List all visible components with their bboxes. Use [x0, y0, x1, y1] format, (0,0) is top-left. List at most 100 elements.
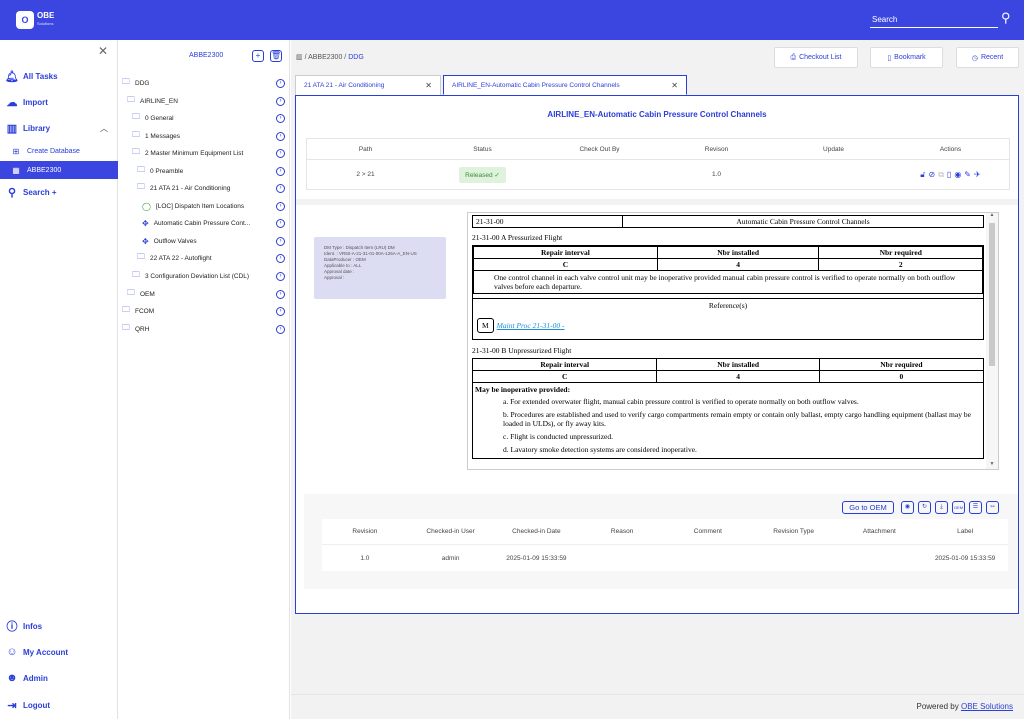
document-viewer[interactable]: 21-31-00 Automatic Cabin Pressure Contro… — [467, 212, 999, 470]
go-icon[interactable]: › — [276, 324, 285, 334]
tree-node[interactable]: 🗀 0 Preamble › — [119, 164, 290, 178]
go-icon[interactable]: › — [276, 113, 285, 123]
table-row[interactable]: 1.0 admin 2025-01-09 15:33:59 2025-01-09… — [322, 545, 1008, 571]
list-item: a. For extended overwater flight, manual… — [503, 397, 859, 406]
go-icon[interactable]: › — [276, 218, 285, 228]
tree-node[interactable]: 🗀 QRH › — [119, 322, 290, 336]
recent-button[interactable]: ◷ Recent — [956, 47, 1019, 68]
scroll-up-icon[interactable]: ▲ — [986, 213, 998, 218]
maint-proc-link[interactable]: Maint Proc 21-31-00 - — [497, 321, 565, 330]
sidebar-item-admin[interactable]: ☻ Admin — [0, 668, 118, 688]
move-icon: ✥ — [142, 236, 149, 246]
tree-node[interactable]: ✥ Outflow Valves › — [119, 234, 290, 248]
tab-cabin-pressure[interactable]: AIRLINE_EN-Automatic Cabin Pressure Cont… — [443, 75, 687, 95]
refresh-icon[interactable]: ↻ — [918, 501, 931, 514]
go-icon[interactable]: › — [276, 271, 285, 281]
tree-node[interactable]: 🗀 DDG › — [119, 76, 290, 90]
sidebar-item-create-database[interactable]: ⊞ Create Database — [0, 143, 118, 159]
tree-node[interactable]: 🗀 2 Master Minimum Equipment List › — [119, 146, 290, 160]
go-icon[interactable]: › — [276, 166, 285, 176]
logo-icon[interactable]: O — [16, 11, 34, 29]
tree-node[interactable]: 🗀 21 ATA 21 - Air Conditioning › — [119, 181, 290, 195]
go-icon[interactable]: › — [276, 253, 285, 263]
tree-node[interactable]: 🗀 3 Configuration Deviation List (CDL) › — [119, 269, 290, 283]
tree-node[interactable]: 🗀 1 Messages › — [119, 129, 290, 143]
search-input[interactable]: Search — [870, 13, 998, 28]
sidebar-item-logout[interactable]: ⇥ Logout — [0, 695, 118, 715]
tree-node[interactable]: 🗀 OEM › — [119, 287, 290, 301]
breadcrumb-root[interactable]: ABBE2300 — [308, 54, 342, 61]
go-icon[interactable]: › — [276, 148, 285, 158]
eye-icon[interactable]: ◉ — [954, 170, 961, 180]
breadcrumb-last[interactable]: DDG — [348, 54, 364, 61]
go-icon[interactable]: › — [276, 236, 285, 246]
bookmark-button[interactable]: ▯ Bookmark — [870, 47, 943, 68]
unlock-icon[interactable]: 🔓︎ — [920, 170, 925, 180]
plane-icon[interactable]: ✈ — [974, 170, 981, 180]
tree-node[interactable]: 🗀 0 General › — [119, 111, 290, 125]
tab-ata21[interactable]: 21 ATA 21 - Air Conditioning ✕ — [295, 75, 441, 95]
delete-node-button[interactable]: 🗑︎ — [270, 50, 282, 62]
scrollbar-thumb[interactable] — [989, 223, 995, 366]
folder-icon: 🗀 — [122, 323, 130, 332]
close-icon[interactable]: ✕ — [671, 81, 678, 90]
go-icon[interactable]: › — [276, 201, 285, 211]
eye-icon[interactable]: ◉ — [901, 501, 914, 514]
scrollbar[interactable]: ▲ ▼ — [986, 213, 998, 469]
go-icon[interactable]: › — [276, 96, 285, 106]
go-icon[interactable]: › — [276, 289, 285, 299]
copy-icon[interactable]: ⧉ — [938, 170, 944, 180]
checkout-cell — [541, 160, 658, 189]
block-icon[interactable]: ⊘ — [928, 170, 935, 180]
footer-text: Powered by OBE Solutions — [916, 702, 1013, 711]
close-icon[interactable]: ✕ — [425, 81, 432, 90]
cell — [579, 545, 665, 571]
list-icon[interactable]: ☰ — [969, 501, 982, 514]
expand-icon[interactable]: ⇿ — [986, 501, 999, 514]
footer-link[interactable]: OBE Solutions — [961, 702, 1013, 711]
document-panel: AIRLINE_EN-Automatic Cabin Pressure Cont… — [295, 95, 1019, 614]
cell: 2 — [818, 258, 983, 271]
tree-node-label: 22 ATA 22 - Autoflight — [150, 254, 212, 262]
search-icon: ⚲ — [7, 186, 17, 199]
col-header: Nbr installed — [656, 358, 820, 371]
go-icon[interactable]: › — [276, 131, 285, 141]
sidebar-item-all-tasks[interactable]: 🔔︎ All Tasks — [0, 66, 118, 86]
tree-node[interactable]: 🗀 FCOM › — [119, 304, 290, 318]
cell: 0 — [818, 370, 985, 383]
sidebar-item-my-account[interactable]: ☺ My Account — [0, 642, 118, 662]
circle-icon: ◯ — [142, 201, 151, 211]
chevron-up-icon[interactable]: ︿ — [100, 123, 108, 134]
close-icon[interactable]: ✕ — [98, 44, 108, 58]
add-node-button[interactable]: + — [252, 50, 264, 62]
sidebar-item-search[interactable]: ⚲ Search + — [0, 182, 118, 202]
folder-icon: 🗀 — [137, 252, 145, 261]
col-header: Actions — [939, 145, 962, 153]
checkout-list-button[interactable]: ⎙ Checkout List — [774, 47, 858, 68]
path-cell: 2 > 21 — [356, 171, 375, 178]
sidebar-item-abbe2300[interactable]: ▦ ABBE2300 — [0, 161, 118, 179]
bookmark-icon[interactable]: ▯ — [947, 170, 951, 180]
tree-node[interactable]: ✥ Automatic Cabin Pressure Cont... › — [119, 216, 290, 230]
go-icon[interactable]: › — [276, 78, 285, 88]
search-icon[interactable]: ⚲ — [1001, 10, 1011, 26]
tree-node[interactable]: ◯ [LOC] Dispatch Item Locations › — [119, 199, 290, 213]
go-icon[interactable]: › — [276, 183, 285, 193]
edit-icon[interactable]: ✎ — [964, 170, 971, 180]
tree-node[interactable]: 🗀 22 ATA 22 - Autoflight › — [119, 251, 290, 265]
button-label: Recent — [980, 54, 1004, 61]
sidebar-item-import[interactable]: ☁ Import — [0, 92, 118, 112]
sidebar-item-infos[interactable]: ⓘ Infos — [0, 616, 118, 636]
go-to-oem-button[interactable]: Go to OEM — [842, 501, 894, 514]
provided-heading: May be inoperative provided: — [475, 385, 571, 394]
tree-node[interactable]: 🗀 AIRLINE_EN › — [119, 94, 290, 108]
breadcrumb-sep: / — [304, 54, 307, 61]
scroll-down-icon[interactable]: ▼ — [986, 462, 998, 467]
sidebar-item-library[interactable]: ▥ Library ︿ — [0, 118, 118, 138]
go-icon[interactable]: › — [276, 306, 285, 316]
status-text: Released — [465, 171, 493, 179]
col-header: Checked-in Date — [512, 528, 561, 535]
download-icon[interactable]: ⤓ — [935, 501, 948, 514]
tree-node-label: QRH — [135, 325, 150, 333]
oem-icon[interactable]: OEM — [952, 501, 965, 514]
